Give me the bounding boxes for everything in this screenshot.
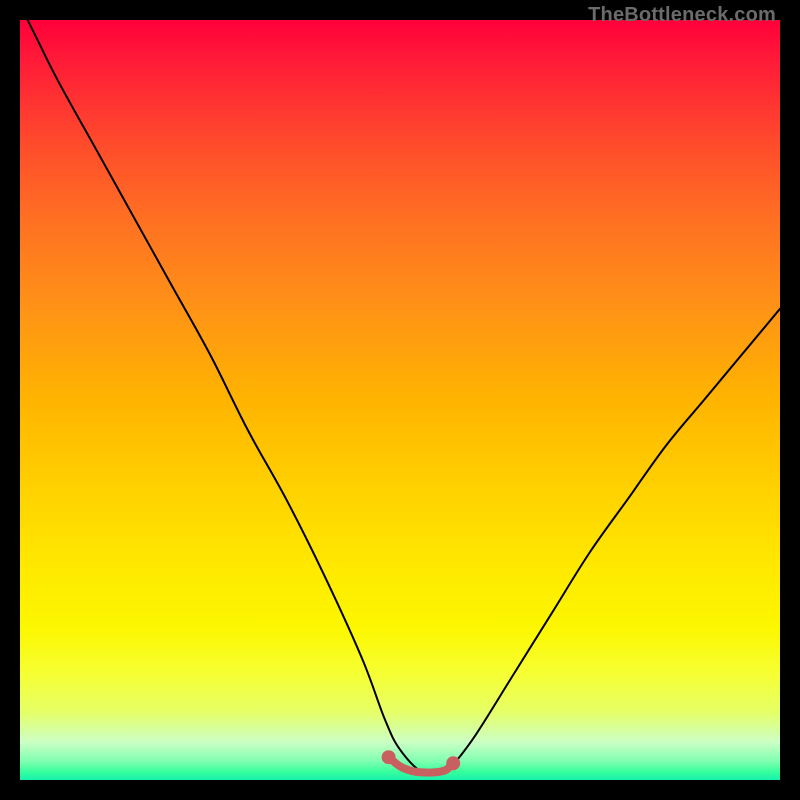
plot-area	[20, 20, 780, 780]
trough-marker	[389, 757, 454, 772]
trough-endpoint-right	[446, 756, 460, 770]
watermark-label: TheBottleneck.com	[588, 4, 776, 27]
chart-container: TheBottleneck.com	[0, 0, 800, 800]
trough-endpoint-left	[382, 750, 396, 764]
curve-svg	[20, 20, 780, 780]
bottleneck-curve	[20, 20, 780, 775]
